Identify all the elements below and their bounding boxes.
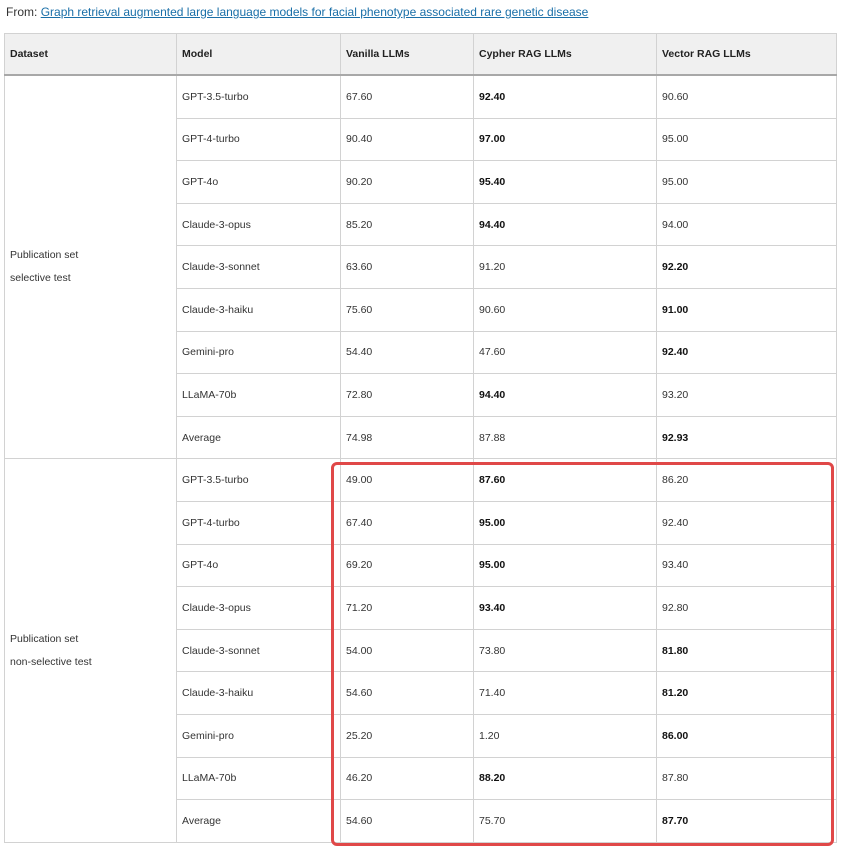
vanilla-cell: 71.20 [340, 586, 474, 630]
header-model: Model [176, 33, 341, 76]
cypher-cell: 87.88 [473, 415, 657, 460]
vector-cell: 92.40 [656, 500, 837, 545]
table-row: Publication set selective test GPT-3.5-tur… [4, 74, 837, 460]
cypher-cell: 95.40 [473, 160, 657, 204]
source-prefix: From: [6, 5, 38, 19]
vector-cell: 86.00 [656, 713, 837, 758]
model-cell: GPT-4-turbo [176, 500, 341, 545]
vector-cell: 94.00 [656, 202, 837, 247]
vanilla-cell: 67.60 [340, 74, 474, 119]
cypher-cell: 94.40 [473, 373, 657, 417]
cypher-cell: 94.40 [473, 202, 657, 247]
model-cell: GPT-3.5-turbo [176, 458, 341, 502]
model-cell: GPT-4o [176, 160, 341, 204]
model-cell: Gemini-pro [176, 330, 341, 375]
model-cell: Claude-3-haiku [176, 287, 341, 332]
model-cell: LLaMA-70b [176, 373, 341, 417]
vector-cell: 93.40 [656, 543, 837, 588]
dataset-cell: Publication set non-selective test [4, 458, 177, 843]
model-cell: Claude-3-sonnet [176, 245, 341, 289]
vanilla-cell: 54.40 [340, 330, 474, 375]
table-header: Dataset Model Vanilla LLMs Cypher RAG LL… [4, 33, 837, 76]
model-cell: GPT-4o [176, 543, 341, 588]
vector-cell: 95.00 [656, 160, 837, 204]
model-cell: LLaMA-70b [176, 756, 341, 801]
vanilla-cell: 54.00 [340, 628, 474, 673]
dataset-label-line2: selective test [10, 272, 71, 285]
vanilla-cell: 46.20 [340, 756, 474, 801]
vector-cell: 92.40 [656, 330, 837, 375]
model-cell: GPT-4-turbo [176, 117, 341, 162]
vanilla-cell: 72.80 [340, 373, 474, 417]
model-cell: Average [176, 799, 341, 843]
vector-cell: 86.20 [656, 458, 837, 502]
dataset-cell: Publication set selective test [4, 74, 177, 460]
vector-cell: 91.00 [656, 287, 837, 332]
vanilla-cell: 69.20 [340, 543, 474, 588]
model-cell: Average [176, 415, 341, 460]
model-cell: Claude-3-haiku [176, 671, 341, 715]
model-cell: Claude-3-opus [176, 202, 341, 247]
dataset-label-line1: Publication set [10, 632, 79, 645]
vanilla-cell: 90.40 [340, 117, 474, 162]
cypher-cell: 71.40 [473, 671, 657, 715]
vanilla-cell: 49.00 [340, 458, 474, 502]
vanilla-cell: 74.98 [340, 415, 474, 460]
header-dataset: Dataset [4, 33, 177, 76]
cypher-cell: 88.20 [473, 756, 657, 801]
vanilla-cell: 54.60 [340, 671, 474, 715]
vanilla-cell: 54.60 [340, 799, 474, 843]
vector-cell: 92.80 [656, 586, 837, 630]
vector-cell: 92.93 [656, 415, 837, 460]
vanilla-cell: 63.60 [340, 245, 474, 289]
cypher-cell: 91.20 [473, 245, 657, 289]
cypher-cell: 92.40 [473, 74, 657, 119]
cypher-cell: 93.40 [473, 586, 657, 630]
vector-cell: 81.80 [656, 628, 837, 673]
cypher-cell: 95.00 [473, 543, 657, 588]
cypher-cell: 90.60 [473, 287, 657, 332]
header-vector: Vector RAG LLMs [656, 33, 837, 76]
cypher-cell: 95.00 [473, 500, 657, 545]
vanilla-cell: 67.40 [340, 500, 474, 545]
cypher-cell: 47.60 [473, 330, 657, 375]
dataset-label-line2: non-selective test [10, 655, 92, 668]
vector-cell: 87.70 [656, 799, 837, 843]
vector-cell: 87.80 [656, 756, 837, 801]
vector-cell: 92.20 [656, 245, 837, 289]
source-line: From: Graph retrieval augmented large la… [6, 4, 588, 20]
cypher-cell: 87.60 [473, 458, 657, 502]
vanilla-cell: 90.20 [340, 160, 474, 204]
vanilla-cell: 85.20 [340, 202, 474, 247]
cypher-cell: 73.80 [473, 628, 657, 673]
header-row: Dataset Model Vanilla LLMs Cypher RAG LL… [4, 33, 837, 76]
vanilla-cell: 25.20 [340, 713, 474, 758]
results-table: Dataset Model Vanilla LLMs Cypher RAG LL… [4, 33, 837, 843]
table-row: Publication set non-selective test GPT-3.5… [4, 458, 837, 843]
cypher-cell: 97.00 [473, 117, 657, 162]
vector-cell: 95.00 [656, 117, 837, 162]
model-cell: GPT-3.5-turbo [176, 74, 341, 119]
vector-cell: 93.20 [656, 373, 837, 417]
model-cell: Claude-3-sonnet [176, 628, 341, 673]
model-cell: Claude-3-opus [176, 586, 341, 630]
article-link[interactable]: Graph retrieval augmented large language… [41, 5, 589, 19]
cypher-cell: 1.20 [473, 713, 657, 758]
vector-cell: 81.20 [656, 671, 837, 715]
header-cypher: Cypher RAG LLMs [473, 33, 657, 76]
vanilla-cell: 75.60 [340, 287, 474, 332]
header-vanilla: Vanilla LLMs [340, 33, 474, 76]
model-cell: Gemini-pro [176, 713, 341, 758]
table-body: Publication set selective test GPT-3.5-tur… [4, 74, 837, 843]
dataset-label-line1: Publication set [10, 249, 79, 262]
cypher-cell: 75.70 [473, 799, 657, 843]
vector-cell: 90.60 [656, 74, 837, 119]
